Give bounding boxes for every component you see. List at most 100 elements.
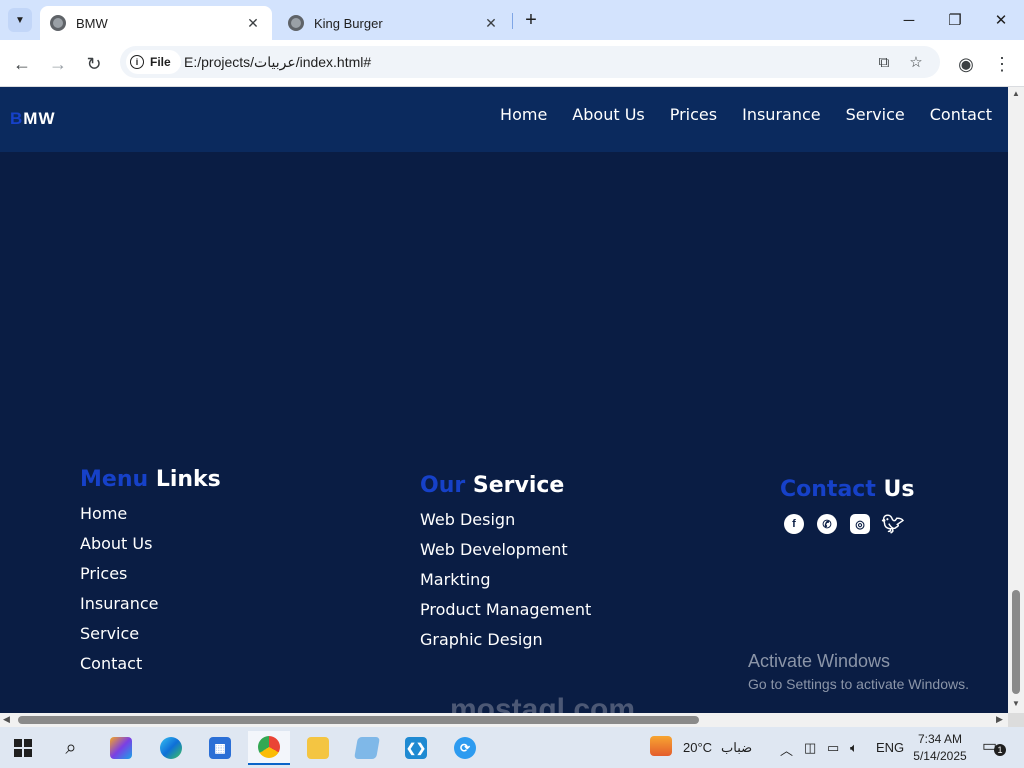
taskbar-copilot[interactable] [100,731,142,765]
nav-contact[interactable]: Contact [930,105,992,124]
app-icon: ⟳ [454,737,476,759]
restore-button[interactable]: ❐ [932,6,978,34]
tab-title: King Burger [314,15,383,31]
activate-title: Activate Windows [748,651,891,671]
windows-taskbar: ⌕ ▦ ❮❯ ⟳ 20°C ضباب ︿ ◫ ▭ 🔈︎ ENG 7:34 AM … [0,727,1024,768]
weather-temp[interactable]: 20°C [683,740,712,755]
minimize-button[interactable]: ─ [886,6,932,34]
footer-link-graphic-design[interactable]: Graphic Design [420,630,591,649]
nav-prices[interactable]: Prices [670,105,717,124]
chevron-up-icon[interactable]: ︿ [780,740,793,759]
scroll-down-icon[interactable]: ▼ [1012,699,1020,708]
clock-date: 5/14/2025 [913,749,967,763]
watermark: mostaql.com [450,693,636,713]
horizontal-scroll-thumb[interactable] [18,716,699,724]
taskbar-app[interactable]: ⟳ [444,731,486,765]
taskbar-file-explorer[interactable] [297,731,339,765]
meet-icon[interactable]: ◫ [804,740,816,756]
main-nav: Home About Us Prices Insurance Service C… [500,105,992,124]
clock-time: 7:34 AM [917,732,963,746]
site-info-chip[interactable]: i File [126,50,181,74]
nav-service[interactable]: Service [846,105,905,124]
windows-logo-icon [14,739,32,757]
menu-icon[interactable]: ⋮ [988,50,1016,78]
network-icon[interactable]: ▭ [827,740,839,756]
notification-count: 1 [994,744,1006,756]
info-icon: i [130,55,144,69]
footer-link-about-us[interactable]: About Us [80,534,221,553]
start-button[interactable] [2,731,44,765]
nav-about-us[interactable]: About Us [572,105,644,124]
scroll-left-icon[interactable]: ◀ [3,714,10,725]
footer-link-product-management[interactable]: Product Management [420,600,591,619]
tab-king-burger[interactable]: King Burger ✕ [278,6,510,40]
title-rest: Us [883,477,915,502]
close-icon[interactable]: ✕ [244,14,262,32]
vscode-icon: ❮❯ [405,737,427,759]
tab-search-button[interactable]: ▼ [8,8,32,32]
footer-link-service[interactable]: Service [80,624,221,643]
url-text[interactable]: E:/projects/عربيات/index.html# [184,54,371,71]
scrollbar-corner [1008,713,1024,727]
footer-link-web-design[interactable]: Web Design [420,510,591,529]
profile-icon[interactable]: ◉ [952,50,980,78]
taskbar-store[interactable]: ▦ [199,731,241,765]
footer-menu-title: Menu Links [80,467,221,492]
footer-link-insurance[interactable]: Insurance [80,594,221,613]
bookmark-star-icon[interactable]: ☆ [906,52,926,72]
taskbar-chrome[interactable] [248,731,290,765]
twitter-icon[interactable]: 🐦︎ [882,514,905,534]
activate-windows-overlay: Activate Windows Go to Settings to activ… [748,651,969,692]
taskbar-notepad[interactable] [346,731,388,765]
taskbar-vscode[interactable]: ❮❯ [395,731,437,765]
notification-button[interactable]: ▭ 1 [982,736,1006,756]
footer-service-title: Our Service [420,473,591,498]
site-header: BMW Home About Us Prices Insurance Servi… [0,87,1008,152]
footer-menu-links: Menu Links Home About Us Prices Insuranc… [80,467,221,684]
instagram-icon[interactable]: ◎ [850,514,870,534]
translate-icon[interactable]: ⧉ [874,52,894,72]
taskbar-search-button[interactable]: ⌕ [50,731,92,765]
weather-icon[interactable] [650,736,672,759]
address-bar[interactable]: i File E:/projects/عربيات/index.html# ⧉ … [120,46,940,78]
footer-link-web-development[interactable]: Web Development [420,540,591,559]
new-tab-button[interactable]: + [520,8,542,32]
title-rest: Links [155,467,221,492]
whatsapp-icon[interactable]: ✆ [817,514,837,534]
site-logo[interactable]: BMW [10,109,56,129]
facebook-icon[interactable]: f [784,514,804,534]
volume-icon[interactable]: 🔈︎ [850,740,858,756]
horizontal-scrollbar[interactable]: ◀ ▶ [0,713,1008,727]
reload-button[interactable]: ↻ [80,50,108,78]
logo-accent: B [10,109,24,128]
tab-bmw[interactable]: BMW ✕ [40,6,272,40]
globe-icon [288,15,304,31]
vertical-scrollbar[interactable]: ▲ ▼ [1008,87,1024,713]
copilot-icon [110,737,132,759]
weather-desc[interactable]: ضباب [721,740,752,756]
chrome-icon [258,736,280,758]
scroll-right-icon[interactable]: ▶ [996,714,1003,725]
taskbar-edge[interactable] [150,731,192,765]
window-close-button[interactable]: ✕ [978,6,1024,34]
footer-our-service: Our Service Web Design Web Development M… [420,473,591,660]
nav-insurance[interactable]: Insurance [742,105,821,124]
page-viewport: BMW Home About Us Prices Insurance Servi… [0,87,1008,713]
back-button[interactable]: ← [8,50,36,78]
footer-link-prices[interactable]: Prices [80,564,221,583]
footer-link-contact[interactable]: Contact [80,654,221,673]
close-icon[interactable]: ✕ [482,14,500,32]
footer-link-home[interactable]: Home [80,504,221,523]
vertical-scroll-thumb[interactable] [1012,590,1020,694]
footer-contact-us: Contact Us f ✆ ◎ 🐦︎ [780,477,914,534]
footer-link-markting[interactable]: Markting [420,570,591,589]
title-accent: Our [420,473,466,498]
nav-home[interactable]: Home [500,105,547,124]
tab-separator [512,13,513,29]
scroll-up-icon[interactable]: ▲ [1012,89,1020,98]
browser-toolbar: ← → ↻ i File E:/projects/عربيات/index.ht… [0,40,1024,87]
search-icon: ⌕ [65,736,77,759]
forward-button[interactable]: → [44,50,72,78]
taskbar-clock[interactable]: 7:34 AM 5/14/2025 [912,731,968,765]
language-indicator[interactable]: ENG [876,740,904,755]
